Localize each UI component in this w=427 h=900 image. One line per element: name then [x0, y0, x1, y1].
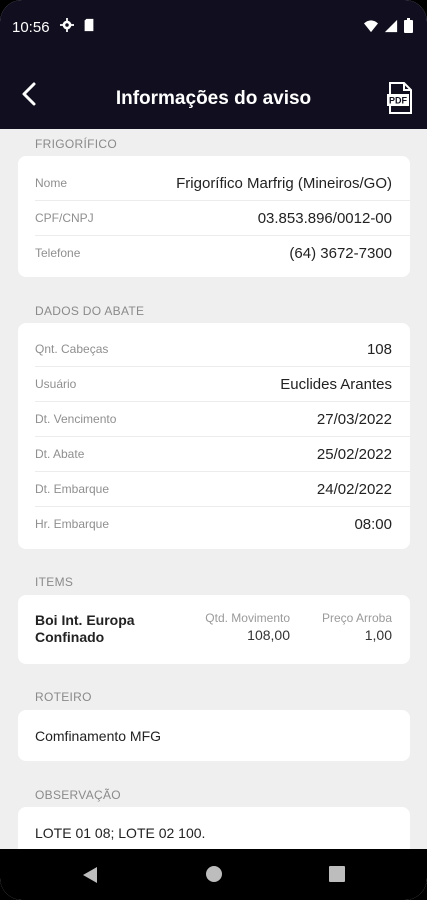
page-title: Informações do aviso: [115, 88, 312, 109]
field-label: Hr. Embarque: [35, 517, 110, 531]
qtd-movimento-value: 108,00: [247, 627, 290, 643]
triangle-back-icon: [83, 867, 97, 883]
card-roteiro: Comfinamento MFG: [18, 710, 410, 761]
system-nav-bar: [0, 849, 427, 900]
field-label: Dt. Embarque: [35, 482, 110, 496]
field-value: 108: [366, 340, 392, 358]
card-observacao: LOTE 01 08; LOTE 02 100.: [18, 807, 410, 849]
observacao-value: LOTE 01 08; LOTE 02 100.: [35, 825, 206, 841]
signal-icon: [384, 19, 398, 32]
item-name: Boi Int. Europa Confinado: [35, 612, 135, 645]
battery-icon: [404, 18, 413, 33]
field-label: Usuário: [35, 377, 77, 391]
pdf-file-icon: PDF: [387, 82, 412, 114]
field-row-hr-embarque: Hr. Embarque 08:00: [35, 507, 392, 541]
app-bar: Informações do aviso PDF: [0, 56, 427, 129]
field-value: 25/02/2022: [316, 445, 392, 463]
status-time: 10:56: [12, 19, 50, 36]
field-row-dt-abate: Dt. Abate 25/02/2022: [35, 437, 392, 471]
nav-home-button[interactable]: [205, 865, 223, 883]
field-label: Telefone: [35, 246, 81, 260]
field-value: 08:00: [354, 515, 392, 533]
section-label-roteiro: ROTEIRO: [35, 690, 92, 704]
field-value: Frigorífico Marfrig (Mineiros/GO): [176, 174, 392, 192]
field-label: CPF/CNPJ: [35, 211, 94, 225]
field-value: 27/03/2022: [316, 410, 392, 428]
nav-recents-button[interactable]: [329, 866, 345, 882]
section-label-items: ITEMS: [35, 575, 74, 589]
preco-arroba-label: Preço Arroba: [321, 611, 392, 625]
field-row-dt-embarque: Dt. Embarque 24/02/2022: [35, 472, 392, 506]
field-row-usuario: Usuário Euclides Arantes: [35, 367, 392, 401]
field-row-qnt-cabecas: Qnt. Cabeças 108: [35, 332, 392, 366]
preco-arroba-value: 1,00: [364, 627, 392, 643]
section-label-dados-abate: DADOS DO ABATE: [35, 304, 145, 318]
screen: 10:56 Informações do aviso PDF FRIGORÍFI…: [0, 0, 427, 900]
field-value: (64) 3672-7300: [289, 244, 392, 262]
field-row-cnpj: CPF/CNPJ 03.853.896/0012-00: [35, 201, 392, 235]
card-dados-abate: Qnt. Cabeças 108 Usuário Euclides Arante…: [18, 323, 410, 549]
preco-arroba-column: Preço Arroba 1,00: [322, 611, 392, 643]
field-label: Dt. Abate: [35, 447, 85, 461]
content-area[interactable]: FRIGORÍFICO Nome Frigorífico Marfrig (Mi…: [0, 129, 427, 849]
field-row-nome: Nome Frigorífico Marfrig (Mineiros/GO): [35, 166, 392, 200]
status-icons-left: [60, 18, 96, 32]
circle-home-icon: [206, 866, 222, 882]
field-label: Nome: [35, 176, 68, 190]
section-label-frigorifico: FRIGORÍFICO: [35, 137, 117, 151]
field-label: Dt. Vencimento: [35, 412, 117, 426]
pdf-export-button[interactable]: PDF: [387, 82, 413, 114]
wifi-icon: [364, 19, 378, 32]
card-frigorifico: Nome Frigorífico Marfrig (Mineiros/GO) C…: [18, 156, 410, 277]
field-value: Euclides Arantes: [280, 375, 392, 393]
settings-icon: [60, 18, 74, 32]
sd-card-icon: [84, 18, 94, 32]
status-bar: 10:56: [0, 0, 427, 56]
svg-text:PDF: PDF: [389, 96, 408, 106]
nav-back-button[interactable]: [82, 866, 98, 884]
field-row-dt-vencimento: Dt. Vencimento 27/03/2022: [35, 402, 392, 436]
qtd-movimento-column: Qtd. Movimento 108,00: [205, 611, 290, 643]
section-label-observacao: OBSERVAÇÃO: [35, 788, 121, 802]
field-row-telefone: Telefone (64) 3672-7300: [35, 236, 392, 270]
status-icons-right: [364, 18, 413, 33]
field-value: 24/02/2022: [316, 480, 392, 498]
roteiro-value: Comfinamento MFG: [35, 728, 162, 744]
field-value: 03.853.896/0012-00: [257, 209, 392, 227]
field-label: Qnt. Cabeças: [35, 342, 109, 356]
qtd-movimento-label: Qtd. Movimento: [205, 611, 290, 625]
square-recents-icon: [329, 866, 345, 882]
card-item[interactable]: Boi Int. Europa Confinado Qtd. Movimento…: [18, 595, 410, 664]
